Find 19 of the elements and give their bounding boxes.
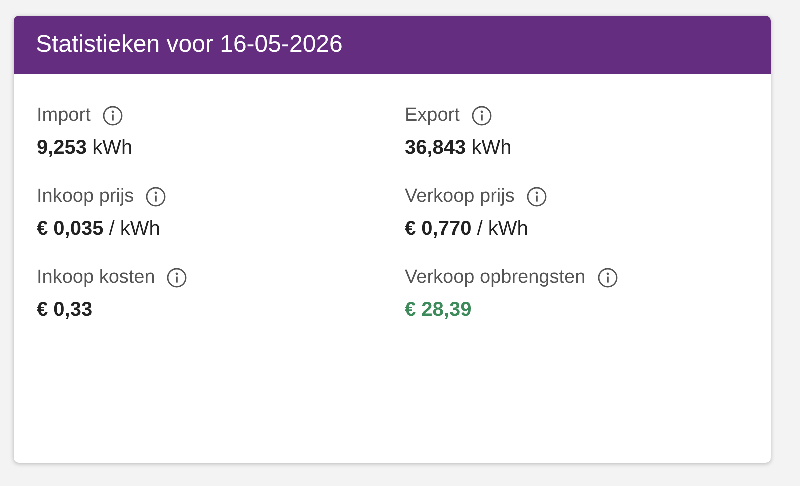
info-icon[interactable] [526,187,547,207]
card-title: Statistieken voor 16-05-2026 [36,31,343,59]
stat-label: Inkoop kosten [37,267,156,289]
stat-value: € 0,035 / kWh [37,218,162,241]
info-icon[interactable] [146,187,166,207]
stat-label: Import [37,105,91,127]
info-icon[interactable] [167,268,188,288]
stat-value: € 0,770 / kWh [405,218,530,241]
info-icon[interactable] [472,106,492,126]
stat-label: Export [405,105,460,127]
info-icon[interactable] [102,106,123,126]
stat-label: Verkoop prijs [405,186,515,208]
stat-value: € 0,33 [37,299,94,322]
stat-value: 9,253 kWh [37,137,134,160]
stat-label: Verkoop opbrengsten [405,267,586,289]
stat-value: 36,843 kWh [405,137,513,160]
info-icon[interactable] [598,268,618,288]
stat-label: Inkoop prijs [37,186,134,208]
stat-value: € 28,39 [405,299,473,322]
